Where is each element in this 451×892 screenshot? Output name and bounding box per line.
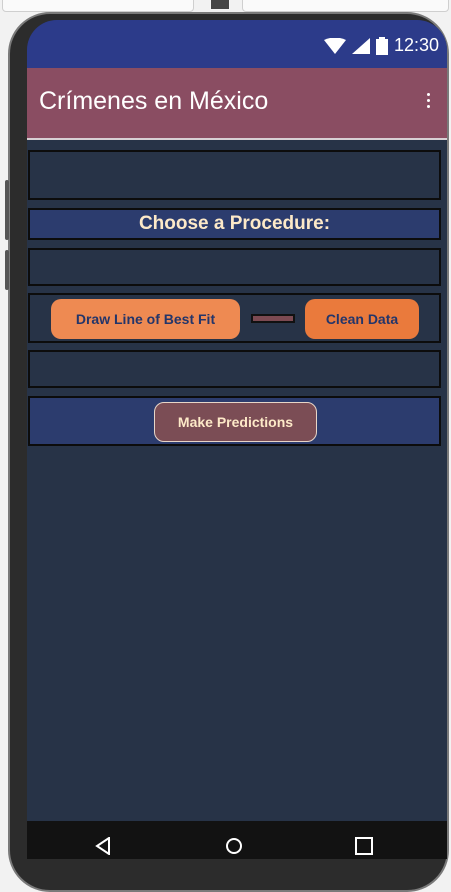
empty-spacer-panel [28,350,441,388]
procedure-heading: Choose a Procedure: [138,213,331,234]
predictions-row: Make Predictions [28,396,441,446]
phone-side-button [5,180,9,240]
editor-left-box [2,0,194,12]
draw-line-of-best-fit-button[interactable]: Draw Line of Best Fit [51,299,240,339]
make-predictions-button[interactable]: Make Predictions [154,402,317,442]
battery-icon [375,36,388,55]
heading-panel: Choose a Procedure: [28,208,441,240]
procedure-buttons-row: Draw Line of Best Fit Clean Data [28,293,441,343]
button-divider [251,314,295,323]
status-bar: 12:30 [27,20,447,68]
empty-spacer-panel [28,150,441,200]
clean-data-button[interactable]: Clean Data [305,299,419,339]
app-bar: Crímenes en México [27,68,447,140]
empty-spacer-panel [28,248,441,286]
recents-icon[interactable] [355,837,373,855]
android-nav-bar [27,821,447,859]
editor-right-box [242,0,449,12]
phone-screen: 12:30 Crímenes en México Choose a Proced… [27,20,447,859]
editor-notch [211,0,229,9]
wifi-icon [323,37,346,54]
home-icon[interactable] [225,837,243,855]
phone-side-button [5,250,9,290]
back-icon[interactable] [95,837,111,855]
status-time: 12:30 [393,35,439,55]
signal-icon [351,37,370,54]
app-title: Crímenes en México [39,87,269,115]
more-vert-icon[interactable] [421,90,435,116]
